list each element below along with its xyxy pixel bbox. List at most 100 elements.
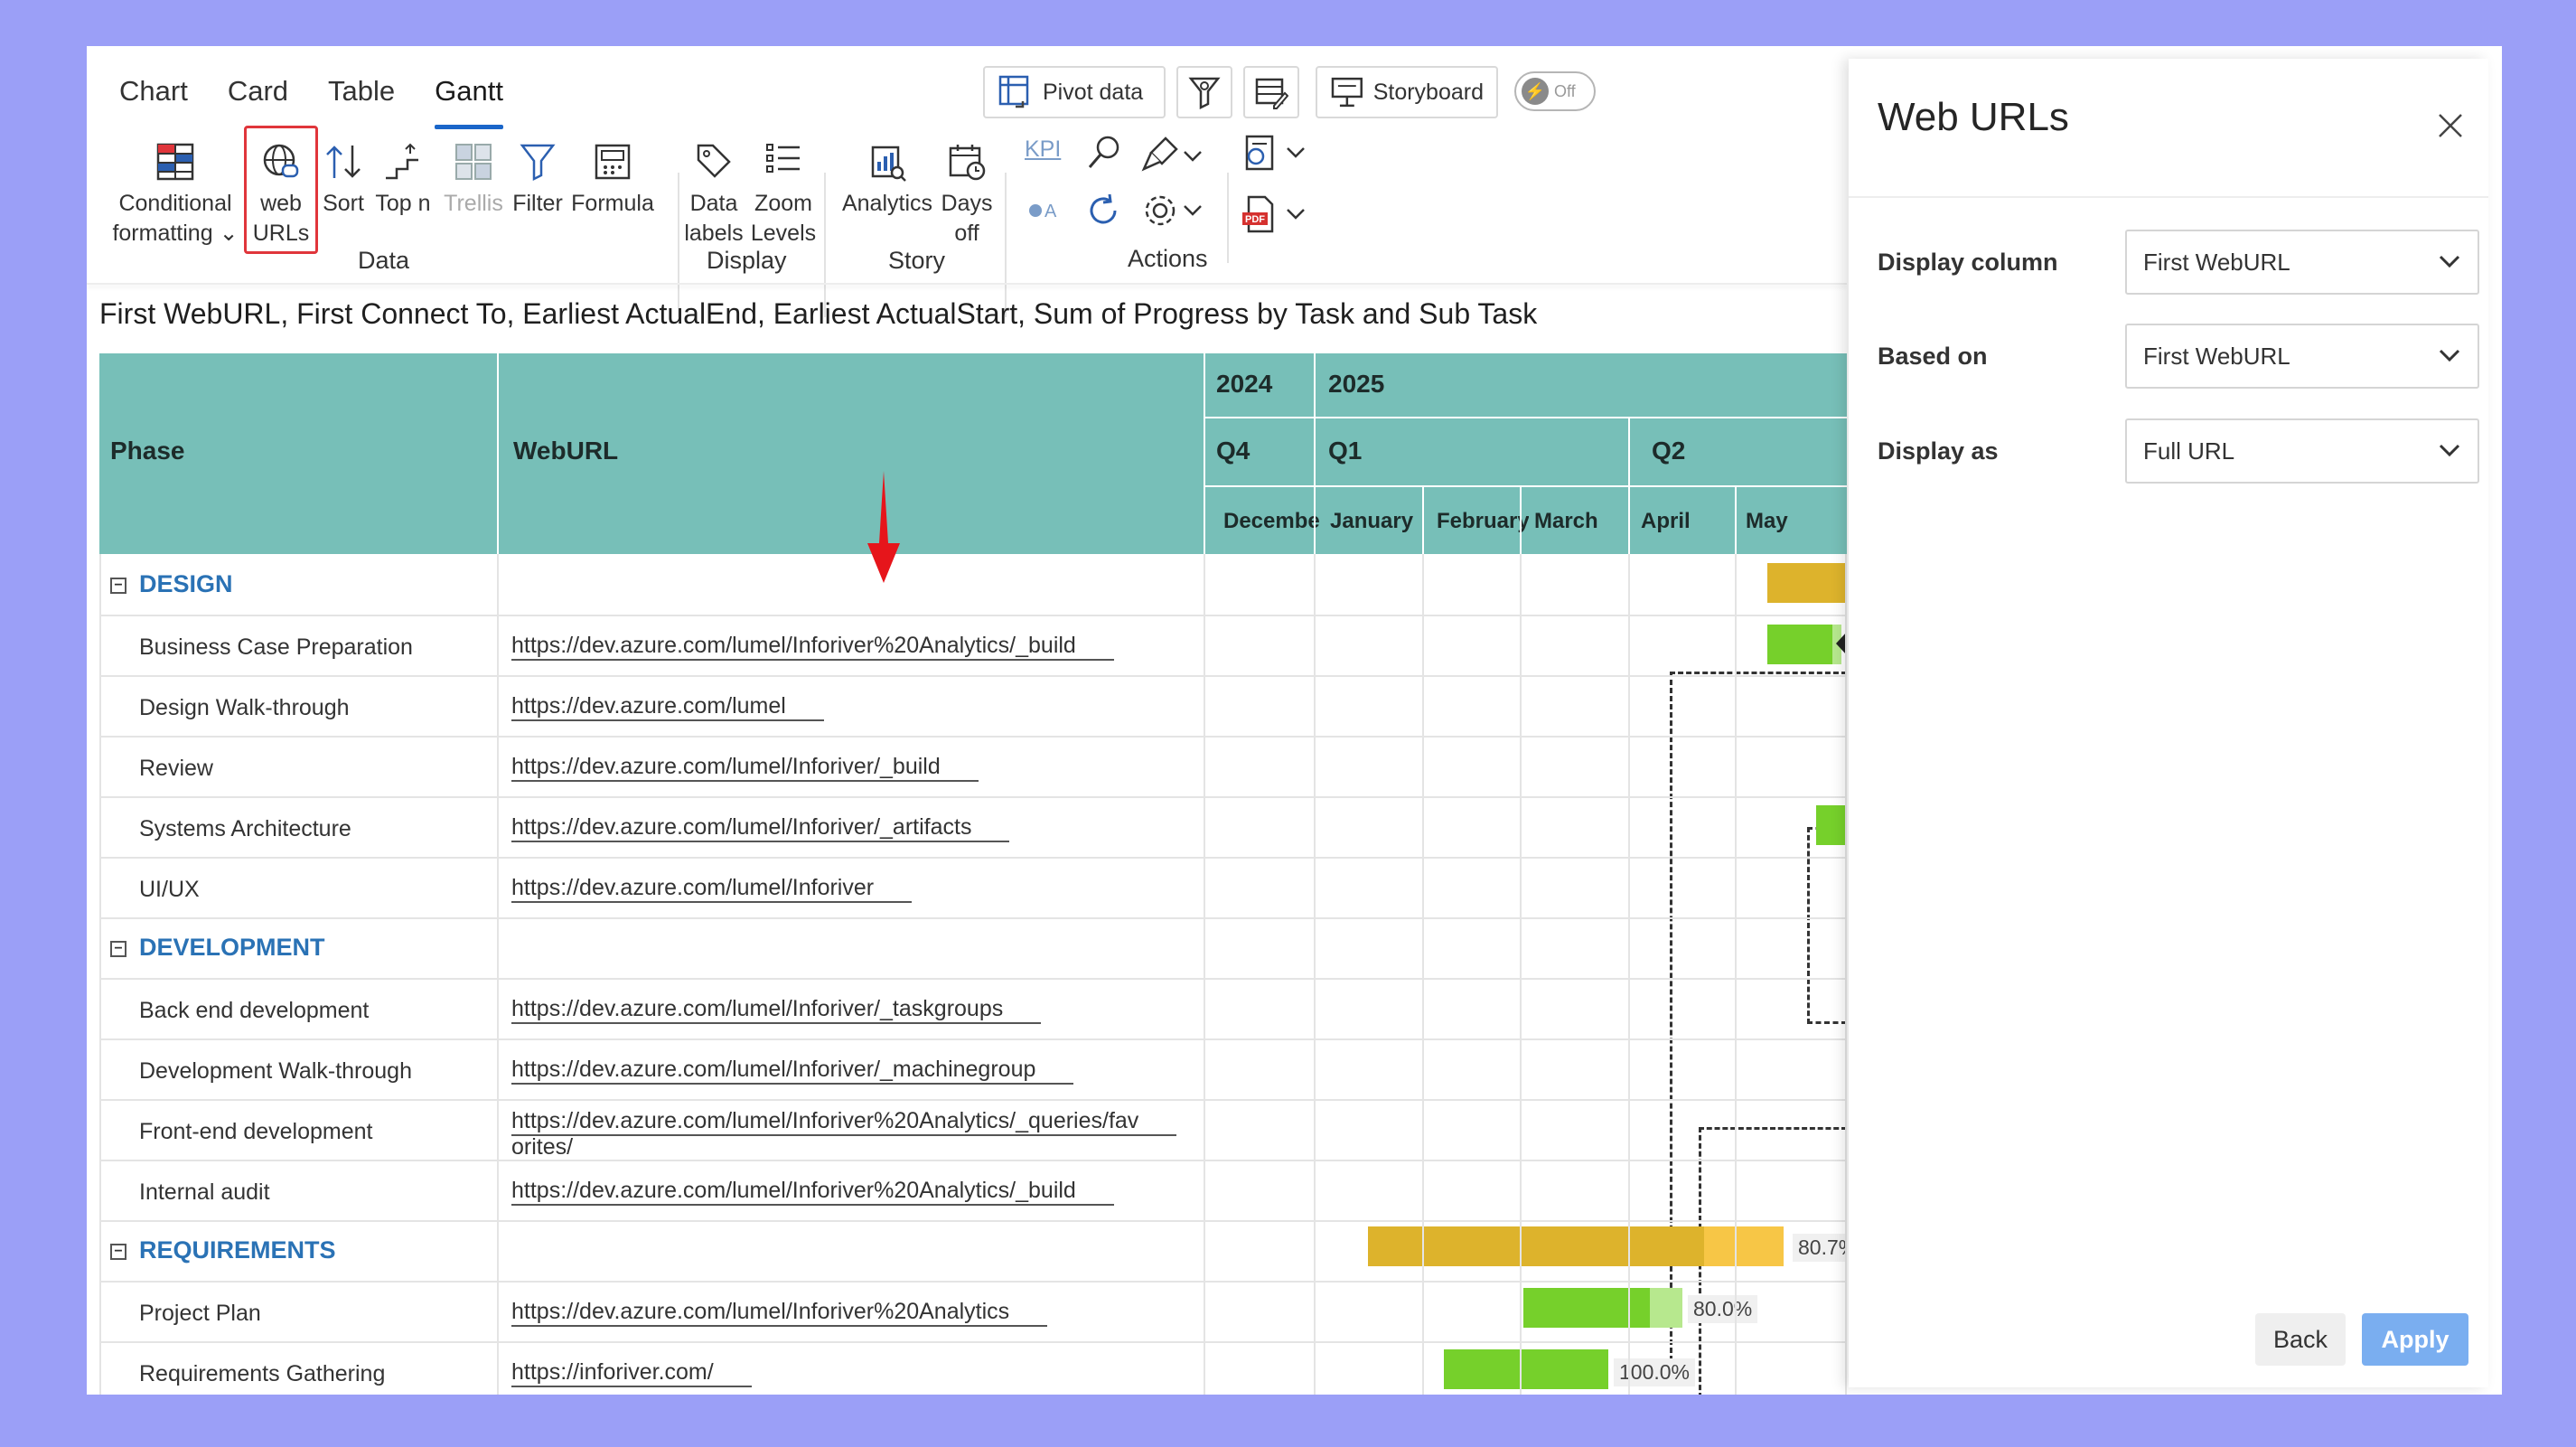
web-url-link[interactable]: https://inforiver.com/ (511, 1359, 752, 1387)
gantt-bar-requirements-gathering[interactable] (1444, 1349, 1608, 1389)
group-label-actions: Actions (1128, 245, 1208, 272)
web-url-link[interactable]: https://dev.azure.com/lumel/Inforiver/_a… (511, 814, 1010, 842)
analytics-icon (871, 146, 906, 182)
storyboard-button[interactable]: Storyboard (1316, 66, 1498, 118)
formula-button[interactable]: Formula (569, 133, 656, 219)
close-icon[interactable] (2432, 108, 2468, 144)
web-url-link[interactable]: https://dev.azure.com/lumel/Inforiver%20… (511, 1299, 1048, 1327)
web-url-link[interactable]: https://dev.azure.com/lumel (511, 693, 824, 721)
column-divider (1628, 554, 1630, 1395)
quarter-header: Q4 (1216, 437, 1251, 465)
toggle-label-icon[interactable]: A (1026, 196, 1066, 225)
days-off-label-2: off (954, 221, 979, 246)
pivot-data-button[interactable]: Pivot data (983, 66, 1166, 118)
filter-label: Filter (512, 191, 563, 216)
export-settings-icon[interactable] (1240, 133, 1279, 173)
data-labels-button[interactable]: Data labels (681, 133, 746, 249)
gear-icon[interactable] (1140, 191, 1180, 230)
gantt-bar-systems-architecture[interactable] (1816, 805, 1847, 845)
task-row-label: Internal audit (139, 1179, 270, 1205)
row-divider (99, 1341, 1847, 1343)
table-edit-button[interactable] (1243, 66, 1299, 118)
collapse-toggle-icon[interactable]: − (110, 941, 126, 957)
gantt-bar-business-case[interactable] (1767, 625, 1832, 664)
task-row-label: Business Case Preparation (139, 634, 413, 660)
gantt-bar-design[interactable] (1767, 563, 1847, 603)
formula-icon (595, 144, 631, 180)
progress-label: 80.7% (1793, 1234, 1847, 1262)
chevron-down-icon[interactable] (1182, 147, 1204, 165)
gantt-bar-remaining (1704, 1226, 1784, 1266)
chevron-down-icon[interactable] (1285, 205, 1307, 223)
collapse-toggle-icon[interactable]: − (110, 1244, 126, 1260)
zoom-levels-button[interactable]: Zoom Levels (748, 133, 819, 249)
svg-text:PDF: PDF (1245, 214, 1265, 225)
apply-button[interactable]: Apply (2362, 1313, 2468, 1366)
table-header: Phase WebURL 2024 2025 Q4 Q1 Q2 Decembe … (99, 353, 1847, 554)
based-on-select[interactable]: First WebURL (2125, 324, 2479, 389)
web-url-link[interactable]: https://dev.azure.com/lumel/Inforiver%20… (511, 1108, 1177, 1160)
trellis-button[interactable]: Trellis (441, 133, 506, 219)
chevron-down-icon[interactable] (1182, 202, 1204, 220)
kpi-button[interactable]: KPI (1025, 136, 1061, 163)
task-row-label: Back end development (139, 998, 370, 1023)
web-url-link[interactable]: https://dev.azure.com/lumel/Inforiver (511, 875, 913, 903)
pdf-export-icon[interactable]: PDF (1240, 194, 1279, 234)
sort-button[interactable]: Sort (318, 133, 369, 219)
web-urls-button[interactable]: web URLs (249, 133, 313, 249)
column-header-weburl[interactable]: WebURL (513, 437, 618, 465)
web-url-link[interactable]: https://dev.azure.com/lumel/Inforiver/_b… (511, 754, 979, 782)
display-as-select[interactable]: Full URL (2125, 418, 2479, 484)
toggle-switch[interactable]: ⚡ Off (1514, 71, 1596, 111)
topn-button[interactable]: Top n (370, 133, 436, 219)
sort-label: Sort (323, 191, 364, 216)
collapse-toggle-icon[interactable]: − (110, 578, 126, 594)
paint-brush-icon[interactable] (1140, 135, 1180, 174)
web-url-link[interactable]: https://dev.azure.com/lumel/Inforiver%20… (511, 633, 1114, 661)
app-window: Chart Card Table Gantt Pivot data Storyb… (87, 46, 2502, 1395)
lightning-icon: ⚡ (1522, 78, 1549, 105)
conditional-formatting-button[interactable]: Conditional formatting ⌄ (112, 133, 239, 249)
tab-gantt[interactable]: Gantt (435, 71, 503, 129)
days-off-button[interactable]: Days off (938, 133, 996, 249)
web-url-link[interactable]: https://dev.azure.com/lumel/Inforiver/_m… (511, 1057, 1074, 1085)
refresh-icon[interactable] (1084, 191, 1124, 230)
separator (824, 173, 826, 317)
row-divider (99, 796, 1847, 798)
filter-button[interactable]: Filter (508, 133, 567, 219)
tab-card[interactable]: Card (228, 71, 288, 117)
filter-settings-button[interactable] (1176, 66, 1232, 118)
year-header: 2025 (1328, 370, 1385, 398)
task-row-label: Systems Architecture (139, 816, 351, 841)
tab-table[interactable]: Table (328, 71, 395, 117)
task-row-label: UI/UX (139, 877, 200, 902)
display-column-select[interactable]: First WebURL (2125, 230, 2479, 295)
data-labels-label: Data (689, 191, 738, 216)
progress-label: 80.0% (1688, 1295, 1758, 1323)
days-off-label: Days (941, 191, 993, 216)
table-edit-icon (1255, 78, 1288, 109)
storyboard-icon (1331, 77, 1363, 108)
gantt-bar-project-plan[interactable] (1523, 1288, 1650, 1328)
back-button[interactable]: Back (2255, 1313, 2346, 1366)
task-row-label: Design Walk-through (139, 695, 350, 720)
zoom-levels-label: Zoom (754, 191, 812, 216)
group-row-label[interactable]: DESIGN (139, 570, 233, 598)
web-urls-label-2: URLs (252, 221, 310, 246)
web-url-link[interactable]: https://dev.azure.com/lumel/Inforiver%20… (511, 1178, 1114, 1206)
group-row-label[interactable]: REQUIREMENTS (139, 1236, 336, 1264)
column-header-phase[interactable]: Phase (110, 437, 185, 465)
year-header: 2024 (1216, 370, 1273, 398)
separator (678, 173, 679, 317)
display-column-label: Display column (1878, 249, 2058, 276)
globe-link-icon (263, 144, 299, 178)
web-urls-pane: Web URLs Display column First WebURL Bas… (1849, 59, 2488, 1387)
task-row-label: Review (139, 756, 213, 781)
group-row-label[interactable]: DEVELOPMENT (139, 934, 325, 962)
search-icon[interactable] (1084, 133, 1124, 173)
gantt-bar-requirements[interactable] (1368, 1226, 1704, 1266)
analytics-button[interactable]: Analytics (837, 133, 938, 219)
chevron-down-icon[interactable] (1285, 144, 1307, 162)
tab-chart[interactable]: Chart (119, 71, 188, 117)
web-url-link[interactable]: https://dev.azure.com/lumel/Inforiver/_t… (511, 996, 1042, 1024)
